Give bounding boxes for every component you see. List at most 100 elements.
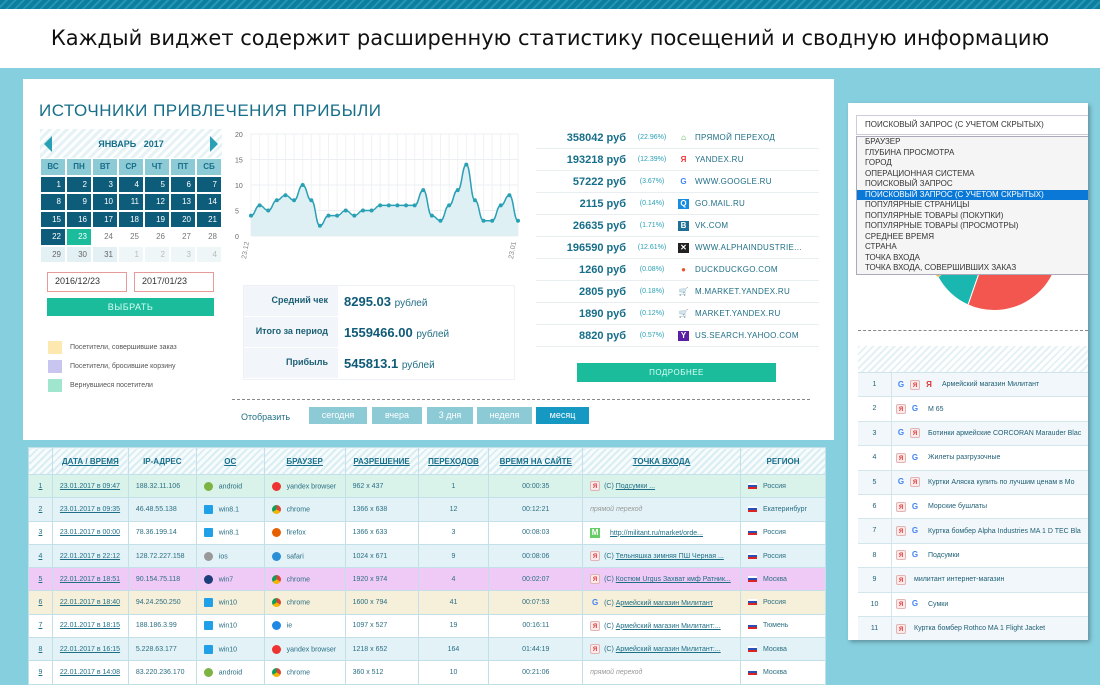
calendar-day[interactable]: 26 (144, 228, 170, 246)
entry-link[interactable]: Армейский магазин Милитант (616, 600, 713, 607)
dropdown-option[interactable]: ПОПУЛЯРНЫЕ ТОВАРЫ (ПРОСМОТРЫ) (857, 221, 1088, 232)
calendar-day[interactable]: 11 (118, 193, 144, 211)
calendar-day[interactable]: 27 (170, 228, 196, 246)
entry-link[interactable]: Подсумки ... (616, 483, 655, 490)
source-row[interactable]: 1890 руб (0.12%) 🛒 MARKET.YANDEX.RU (536, 303, 819, 325)
visit-date-link[interactable]: 22.01.2017 в 18:15 (60, 622, 120, 629)
query-row[interactable]: 11 Я Куртка бомбер Rothco MA 1 Flight Jack… (858, 616, 1088, 640)
visit-date-link[interactable]: 22.01.2017 в 22:12 (60, 553, 120, 560)
calendar-day[interactable]: 4 (118, 175, 144, 193)
visit-date-link[interactable]: 22.01.2017 в 14:08 (60, 669, 120, 676)
dropdown-option[interactable]: ГОРОД (857, 158, 1088, 169)
row-number[interactable]: 7 (38, 622, 42, 629)
entry-link[interactable]: Армейский магазин Милитант:... (616, 646, 721, 653)
query-row[interactable]: 6 Я G Морские бушлаты (858, 494, 1088, 520)
dropdown-option[interactable]: ПОИСКОВЫЙ ЗАПРОС (С УЧЕТОМ СКРЫТЫХ) (857, 189, 1088, 200)
column-header[interactable]: РАЗРЕШЕНИЕ (344, 447, 419, 475)
dropdown-option[interactable]: ТОЧКА ВХОДА, СОВЕРШИВШИХ ЗАКАЗ (857, 263, 1088, 274)
source-row[interactable]: 1260 руб (0.08%) ● DUCKDUCKGO.COM (536, 259, 819, 281)
source-row[interactable]: 358042 руб (22.96%) ⌂ ПРЯМОЙ ПЕРЕХОД (536, 127, 819, 149)
row-number[interactable]: 9 (38, 669, 42, 676)
source-row[interactable]: 2115 руб (0.14%) Q GO.MAIL.RU (536, 193, 819, 215)
select-button[interactable]: ВЫБРАТЬ (47, 298, 214, 316)
query-row[interactable]: 5 G Я Куртки Аляска купить по лучшим ценам … (858, 470, 1088, 495)
calendar-day[interactable]: 5 (144, 175, 170, 193)
visit-date-link[interactable]: 23.01.2017 в 09:35 (60, 506, 120, 513)
column-header[interactable]: ПЕРЕХОДОВ (417, 447, 490, 475)
query-row[interactable]: 2ЯG М 65 (858, 397, 1088, 422)
query-row[interactable]: 9 Ямилитант интернет-магазин (858, 568, 1088, 593)
calendar-day[interactable]: 6 (170, 175, 196, 193)
calendar-day[interactable]: 13 (170, 193, 196, 211)
entry-link[interactable]: Тельняшка зимняя ПШ Черная ... (616, 553, 724, 560)
dropdown-option[interactable]: СРЕДНЕЕ ВРЕМЯ (857, 232, 1088, 243)
calendar-day[interactable]: 10 (92, 193, 118, 211)
dropdown-option[interactable]: ОПЕРАЦИОННАЯ СИСТЕМА (857, 169, 1088, 180)
calendar-day[interactable]: 29 (40, 245, 66, 263)
entry-link[interactable]: Армейский магазин Милитант:... (616, 623, 721, 630)
filter-button-4[interactable]: месяц (536, 407, 589, 424)
source-row[interactable]: 8820 руб (0.57%) Y US.SEARCH.YAHOO.COM (536, 325, 819, 347)
dropdown-option[interactable]: БРАУЗЕР (857, 137, 1088, 148)
calendar-day[interactable]: 12 (144, 193, 170, 211)
column-header[interactable]: ДАТА / ВРЕМЯ (51, 447, 129, 475)
calendar-day[interactable]: 23 (66, 228, 92, 246)
calendar-day[interactable]: 2 (144, 245, 170, 263)
calendar-day[interactable]: 9 (66, 193, 92, 211)
calendar-day[interactable]: 17 (92, 210, 118, 228)
report-type-select[interactable]: ПОИСКОВЫЙ ЗАПРОС (С УЧЕТОМ СКРЫТЫХ) (856, 115, 1088, 135)
entry-link[interactable]: http://militant.ru/market/orde... (610, 530, 703, 537)
more-button[interactable]: ПОДРОБНЕЕ (577, 363, 776, 382)
calendar-day[interactable]: 21 (196, 210, 222, 228)
visit-date-link[interactable]: 23.01.2017 в 00:00 (60, 529, 120, 536)
dropdown-option[interactable]: СТРАНА (857, 242, 1088, 253)
column-header[interactable]: ВРЕМЯ НА САЙТЕ (488, 447, 584, 475)
calendar-day[interactable]: 1 (40, 175, 66, 193)
row-number[interactable]: 6 (38, 599, 42, 606)
calendar-day[interactable]: 2 (66, 175, 92, 193)
calendar-day[interactable]: 25 (118, 228, 144, 246)
query-row[interactable]: 7 Я G Куртка бомбер Alpha Industries MA 1 D… (858, 519, 1088, 544)
row-number[interactable]: 2 (38, 506, 42, 513)
row-number[interactable]: 8 (38, 646, 42, 653)
dropdown-option[interactable]: ПОИСКОВЫЙ ЗАПРОС (857, 179, 1088, 190)
column-header[interactable]: ТОЧКА ВХОДА (582, 447, 741, 475)
prev-month-icon[interactable] (44, 135, 52, 152)
dropdown-option[interactable]: ПОПУЛЯРНЫЕ СТРАНИЦЫ (857, 200, 1088, 211)
row-number[interactable]: 5 (38, 576, 42, 583)
filter-button-0[interactable]: сегодня (309, 407, 367, 424)
date-from-input[interactable]: 2016/12/23 (47, 272, 127, 292)
dropdown-option[interactable]: ТОЧКА ВХОДА (857, 253, 1088, 264)
visit-date-link[interactable]: 22.01.2017 в 16:15 (60, 646, 120, 653)
source-row[interactable]: 193218 руб (12.39%) Я YANDEX.RU (536, 149, 819, 171)
query-row[interactable]: 3 G Я Ботинки армейские CORCORAN Marauder B… (858, 421, 1088, 447)
visit-date-link[interactable]: 23.01.2017 в 09:47 (60, 483, 120, 490)
dropdown-option[interactable]: ГЛУБИНА ПРОСМОТРА (857, 148, 1088, 159)
visit-date-link[interactable]: 22.01.2017 в 18:51 (60, 576, 120, 583)
source-row[interactable]: 196590 руб (12.61%) ✕ WWW.ALPHAINDUSTRIE... (536, 237, 819, 259)
calendar-day[interactable]: 4 (196, 245, 222, 263)
calendar-day[interactable]: 24 (92, 228, 118, 246)
calendar-day[interactable]: 3 (92, 175, 118, 193)
calendar-day[interactable]: 20 (170, 210, 196, 228)
query-row[interactable]: 4 Я G Жилеты разгрузочные (858, 446, 1088, 471)
row-number[interactable]: 3 (38, 529, 42, 536)
query-row[interactable]: 10 Я G Сумки (858, 592, 1088, 617)
calendar-day[interactable]: 18 (118, 210, 144, 228)
visit-date-link[interactable]: 22.01.2017 в 18:40 (60, 599, 120, 606)
calendar-day[interactable]: 15 (40, 210, 66, 228)
calendar-day[interactable]: 7 (196, 175, 222, 193)
source-row[interactable]: 26635 руб (1.71%) B VK.COM (536, 215, 819, 237)
calendar-day[interactable]: 19 (144, 210, 170, 228)
calendar-day[interactable]: 14 (196, 193, 222, 211)
entry-link[interactable]: Костюм Urgus Захват кмф Ратник... (616, 576, 731, 583)
calendar-day[interactable]: 30 (66, 245, 92, 263)
source-row[interactable]: 57222 руб (3.67%) G WWW.GOOGLE.RU (536, 171, 819, 193)
source-row[interactable]: 2805 руб (0.18%) 🛒 M.MARKET.YANDEX.RU (536, 281, 819, 303)
query-row[interactable]: 1 G Я Я Армейский магазин Милитант (858, 373, 1088, 398)
filter-button-2[interactable]: 3 дня (427, 407, 473, 424)
date-to-input[interactable]: 2017/01/23 (134, 272, 214, 292)
query-row[interactable]: 8 Я G Подсумки (858, 543, 1088, 569)
row-number[interactable]: 1 (38, 483, 42, 490)
calendar-day[interactable]: 8 (40, 193, 66, 211)
